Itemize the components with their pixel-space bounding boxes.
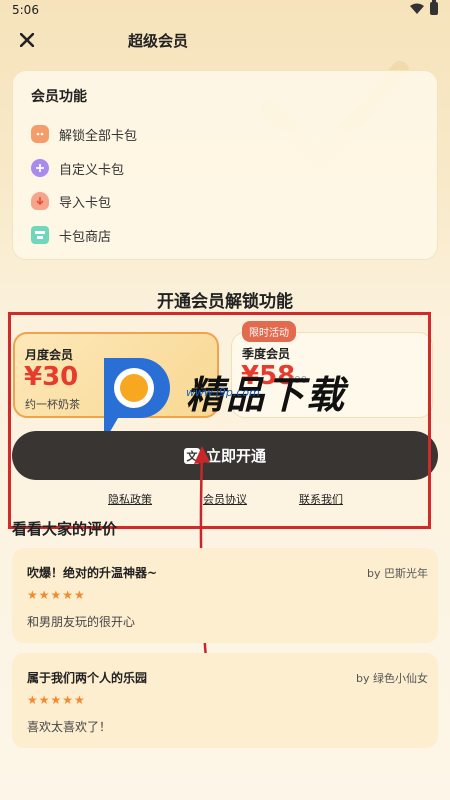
cloud-import-icon: [31, 192, 49, 210]
features-card: 会员功能 解锁全部卡包 自定义卡包 导入卡包 卡包商店: [12, 70, 438, 260]
review-stars: ★★★★★: [27, 693, 86, 707]
review-title: 属于我们两个人的乐园: [27, 671, 148, 685]
review-text: 和男朋友玩的很开心: [27, 615, 136, 629]
review-stars: ★★★★★: [27, 588, 86, 602]
section-title: 开通会员解锁功能: [157, 292, 293, 312]
status-bar: 5:06: [0, 0, 450, 22]
plus-circle-icon: [31, 159, 49, 177]
feature-label: 导入卡包: [59, 195, 112, 211]
status-icons: [410, 0, 438, 15]
review-title: 吹爆！绝对的升温神器~: [27, 566, 158, 580]
feature-item-custom: 自定义卡包: [31, 156, 124, 180]
feature-label: 自定义卡包: [59, 162, 125, 178]
feature-item-import: 导入卡包: [31, 189, 111, 213]
close-button[interactable]: [16, 28, 38, 52]
feature-item-unlock: 解锁全部卡包: [31, 122, 137, 146]
reviews-title: 看看大家的评价: [12, 520, 118, 538]
feature-label: 解锁全部卡包: [59, 128, 138, 144]
review-text: 喜欢太喜欢了！: [27, 720, 112, 734]
review-card: 属于我们两个人的乐园 by 绿色小仙女 ★★★★★ 喜欢太喜欢了！: [12, 653, 438, 748]
feature-label: 卡包商店: [59, 229, 112, 245]
close-icon: [19, 32, 35, 48]
review-card: 吹爆！绝对的升温神器~ by 巴斯光年 ★★★★★ 和男朋友玩的很开心: [12, 548, 438, 643]
cards-unlock-icon: [31, 125, 49, 143]
battery-icon: [430, 0, 438, 15]
review-author: by 巴斯光年: [367, 567, 428, 580]
features-title: 会员功能: [31, 89, 87, 105]
store-icon: [31, 226, 49, 244]
feature-item-store: 卡包商店: [31, 223, 111, 247]
header: 超级会员: [0, 22, 450, 62]
status-time: 5:06: [12, 3, 39, 17]
review-author: by 绿色小仙女: [356, 672, 428, 685]
page-title: 超级会员: [128, 32, 189, 50]
wifi-icon: [410, 3, 424, 14]
